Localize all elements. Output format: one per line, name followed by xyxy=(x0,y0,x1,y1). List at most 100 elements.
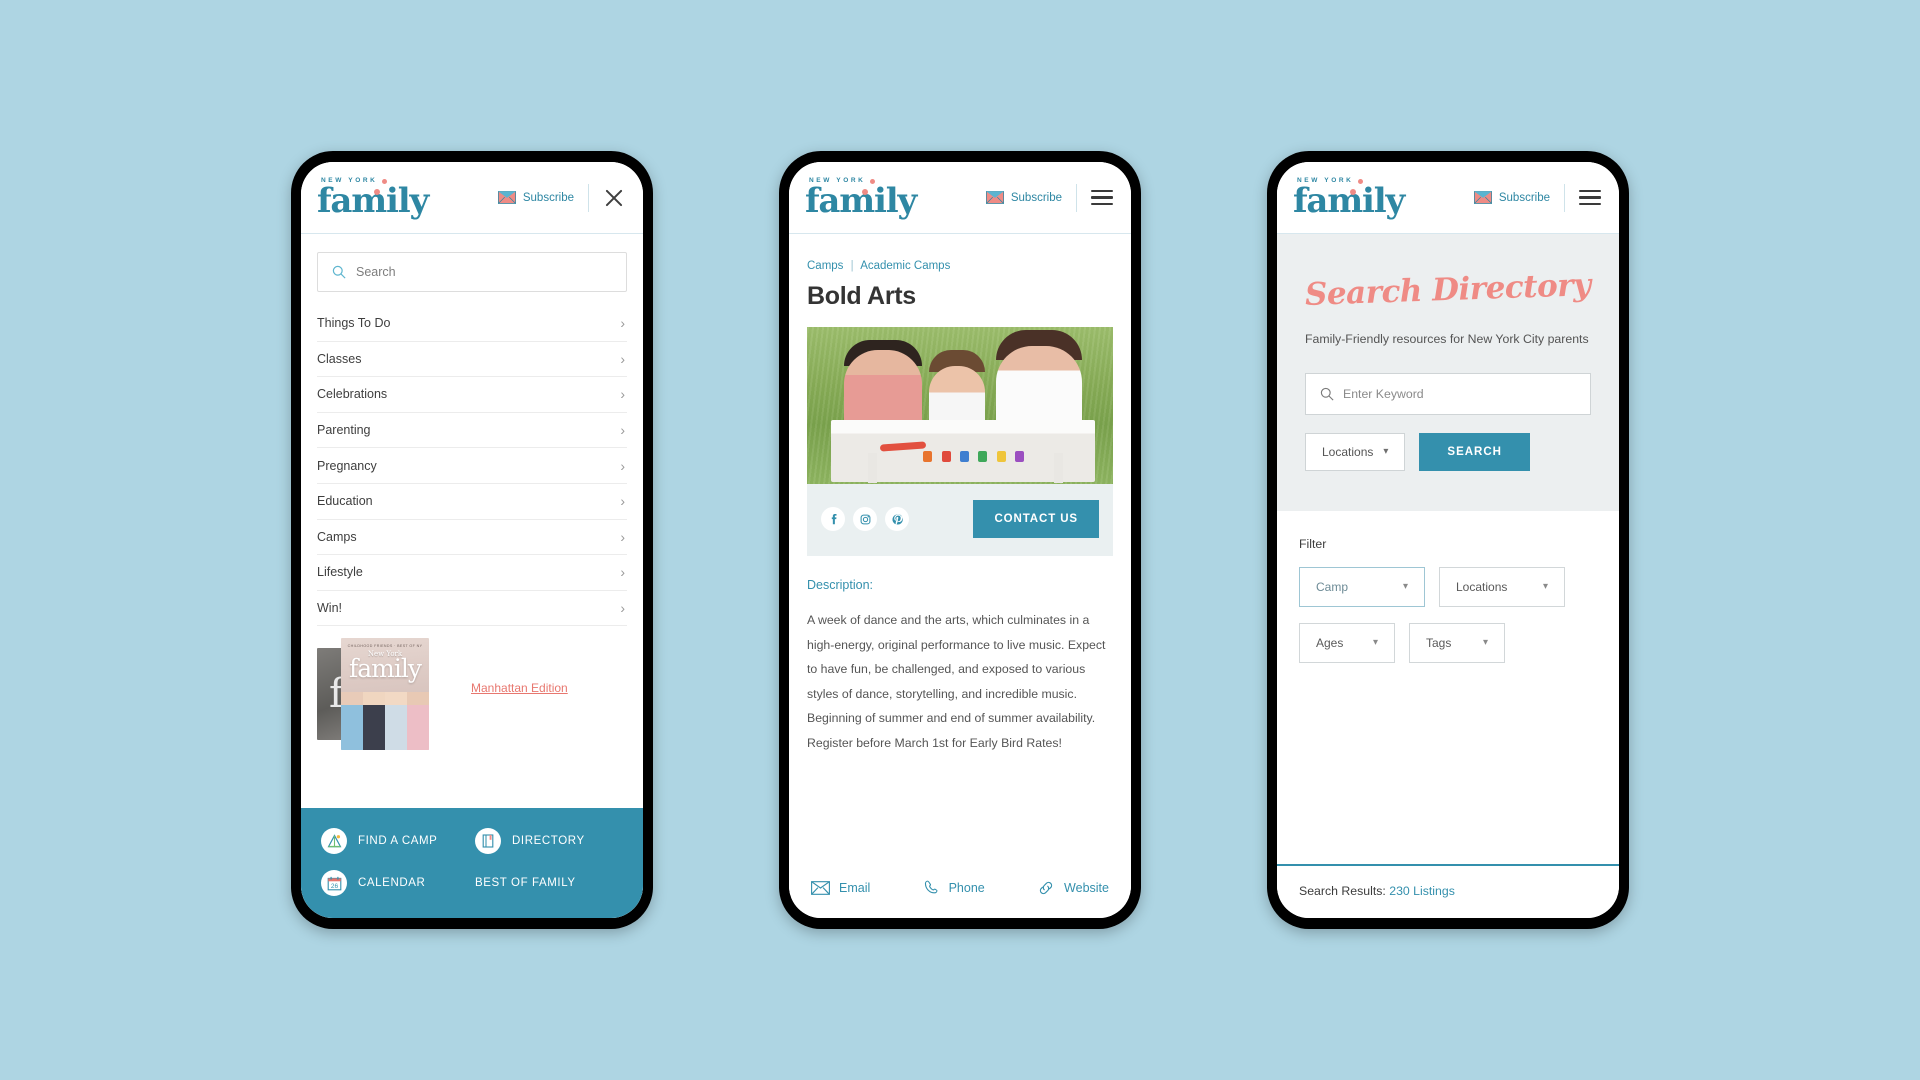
chevron-right-icon: › xyxy=(620,564,625,581)
site-logo[interactable]: NEW YORK family xyxy=(1293,178,1405,218)
nav-item-celebrations[interactable]: Celebrations › xyxy=(317,377,627,413)
phone-link[interactable]: Phone xyxy=(923,879,985,896)
chevron-down-icon: ▾ xyxy=(1402,581,1408,593)
filter-camp-select[interactable]: Camp ▾ xyxy=(1299,566,1425,607)
calendar-icon: 26 xyxy=(321,870,347,896)
description-text: A week of dance and the arts, which culm… xyxy=(807,613,1106,750)
subscribe-label: Subscribe xyxy=(522,191,574,204)
magazine-covers[interactable]: CHILDHOOD FRIENDS · BEST OF NY New York … xyxy=(317,638,445,751)
website-link[interactable]: Website xyxy=(1037,880,1109,896)
hamburger-icon[interactable] xyxy=(1091,189,1113,206)
keyword-input[interactable] xyxy=(1343,386,1576,401)
header-divider xyxy=(588,183,589,212)
email-link[interactable]: Email xyxy=(811,881,870,895)
logo-wordmark: family xyxy=(805,184,917,218)
phone1-screen: NEW YORK family Subscribe Search Things … xyxy=(301,162,643,918)
facebook-icon[interactable] xyxy=(821,507,845,531)
cover-wordmark: family xyxy=(349,654,422,684)
nav-item-label: Camps xyxy=(317,529,357,544)
logo-wordmark-text: family xyxy=(1293,180,1405,221)
quicklink-calendar[interactable]: 26 CALENDAR xyxy=(321,870,469,896)
drawer-search-wrap xyxy=(301,234,643,298)
contact-us-button[interactable]: CONTACT US xyxy=(973,500,1099,538)
header-divider xyxy=(1564,183,1565,212)
directory-hero: Search Directory Family-Friendly resourc… xyxy=(1277,234,1619,511)
quicklink-find-a-camp[interactable]: FIND A CAMP xyxy=(321,828,469,854)
phone-mockup-listing: NEW YORK family Subscribe Camps | Academ… xyxy=(779,151,1141,929)
subscribe-button[interactable]: Subscribe xyxy=(1473,191,1564,204)
chevron-right-icon: › xyxy=(620,386,625,403)
subscribe-button[interactable]: Subscribe xyxy=(985,191,1076,204)
breadcrumb-parent[interactable]: Camps xyxy=(807,260,843,272)
quicklink-label: CALENDAR xyxy=(358,877,426,889)
nav-item-win[interactable]: Win! › xyxy=(317,591,627,627)
listing-hero-image xyxy=(807,327,1113,484)
quicklink-directory[interactable]: DIRECTORY xyxy=(475,828,623,854)
directory-page: Search Directory Family-Friendly resourc… xyxy=(1277,234,1619,918)
search-results-bar: Search Results: 230 Listings xyxy=(1277,864,1619,918)
cover-photo xyxy=(341,692,429,751)
filter-row-1: Camp ▾ Locations ▾ xyxy=(1299,566,1597,607)
phone2-header: NEW YORK family Subscribe xyxy=(789,162,1131,234)
nav-item-classes[interactable]: Classes › xyxy=(317,342,627,378)
nav-item-pregnancy[interactable]: Pregnancy › xyxy=(317,448,627,484)
quicklink-best-of-family[interactable]: BEST OF FAMILY xyxy=(475,870,623,896)
instagram-icon[interactable] xyxy=(853,507,877,531)
nav-item-things-to-do[interactable]: Things To Do › xyxy=(317,306,627,342)
contact-link-label: Email xyxy=(839,880,871,895)
keyword-search-box[interactable] xyxy=(1305,372,1591,415)
chevron-down-icon: ▾ xyxy=(1383,446,1389,458)
phone3-header-actions: Subscribe xyxy=(1473,183,1601,212)
site-logo[interactable]: NEW YORK family xyxy=(317,178,429,218)
phone2-header-actions: Subscribe xyxy=(985,183,1113,212)
screenshot-stage: NEW YORK family Subscribe Search Things … xyxy=(0,0,1920,1080)
close-icon[interactable] xyxy=(603,187,625,209)
logo-wordmark-text: family xyxy=(317,180,429,221)
nav-item-label: Things To Do xyxy=(317,316,391,331)
nav-item-label: Lifestyle xyxy=(317,565,363,580)
manhattan-edition-link[interactable]: Manhattan Edition xyxy=(471,681,568,695)
contact-links-row: Email Phone Website xyxy=(789,863,1131,918)
directory-search-row: Locations ▾ SEARCH xyxy=(1305,432,1591,471)
breadcrumb-current[interactable]: Academic Camps xyxy=(860,260,950,272)
social-links xyxy=(821,507,909,531)
search-results-count[interactable]: 230 Listings xyxy=(1389,884,1455,898)
email-icon xyxy=(811,880,830,895)
filter-tags-select[interactable]: Tags ▾ xyxy=(1409,622,1505,663)
subscribe-button[interactable]: Subscribe xyxy=(497,191,588,204)
link-icon xyxy=(1039,881,1053,894)
nav-item-label: Win! xyxy=(317,601,342,616)
magazine-cover-front: CHILDHOOD FRIENDS · BEST OF NY New York … xyxy=(341,638,429,751)
hero-locations-select[interactable]: Locations ▾ xyxy=(1305,432,1406,471)
filter-ages-select[interactable]: Ages ▾ xyxy=(1299,622,1395,663)
nav-item-camps[interactable]: Camps › xyxy=(317,520,627,556)
nav-item-education[interactable]: Education › xyxy=(317,484,627,520)
phone1-header-actions: Subscribe xyxy=(497,183,625,212)
pinterest-icon[interactable] xyxy=(885,507,909,531)
subscribe-label: Subscribe xyxy=(1010,191,1062,204)
nav-item-parenting[interactable]: Parenting › xyxy=(317,413,627,449)
phone1-header: NEW YORK family Subscribe xyxy=(301,162,643,234)
hamburger-icon[interactable] xyxy=(1579,189,1601,206)
logo-wordmark: family xyxy=(1293,184,1405,218)
nav-item-lifestyle[interactable]: Lifestyle › xyxy=(317,555,627,591)
tent-icon xyxy=(321,828,347,854)
chevron-right-icon: › xyxy=(620,457,625,474)
filter-section: Filter Camp ▾ Locations ▾ Ages ▾ Tags ▾ xyxy=(1277,511,1619,663)
search-input[interactable] xyxy=(356,265,612,279)
chevron-right-icon: › xyxy=(620,493,625,510)
search-box[interactable] xyxy=(317,252,627,292)
listing-card: CONTACT US xyxy=(807,327,1113,556)
hero-locations-label: Locations xyxy=(1322,444,1374,459)
chevron-right-icon: › xyxy=(620,350,625,367)
svg-text:26: 26 xyxy=(330,882,338,889)
contact-link-label: Phone xyxy=(948,880,985,895)
cover-kicker: CHILDHOOD FRIENDS · BEST OF NY xyxy=(347,644,423,649)
search-button[interactable]: SEARCH xyxy=(1419,432,1530,471)
filter-locations-select[interactable]: Locations ▾ xyxy=(1439,566,1565,607)
chevron-right-icon: › xyxy=(620,315,625,332)
filter-label-camp: Camp xyxy=(1316,579,1349,594)
logo-i-dot xyxy=(374,188,380,195)
quicklink-label: DIRECTORY xyxy=(512,835,585,847)
site-logo[interactable]: NEW YORK family xyxy=(805,178,917,218)
